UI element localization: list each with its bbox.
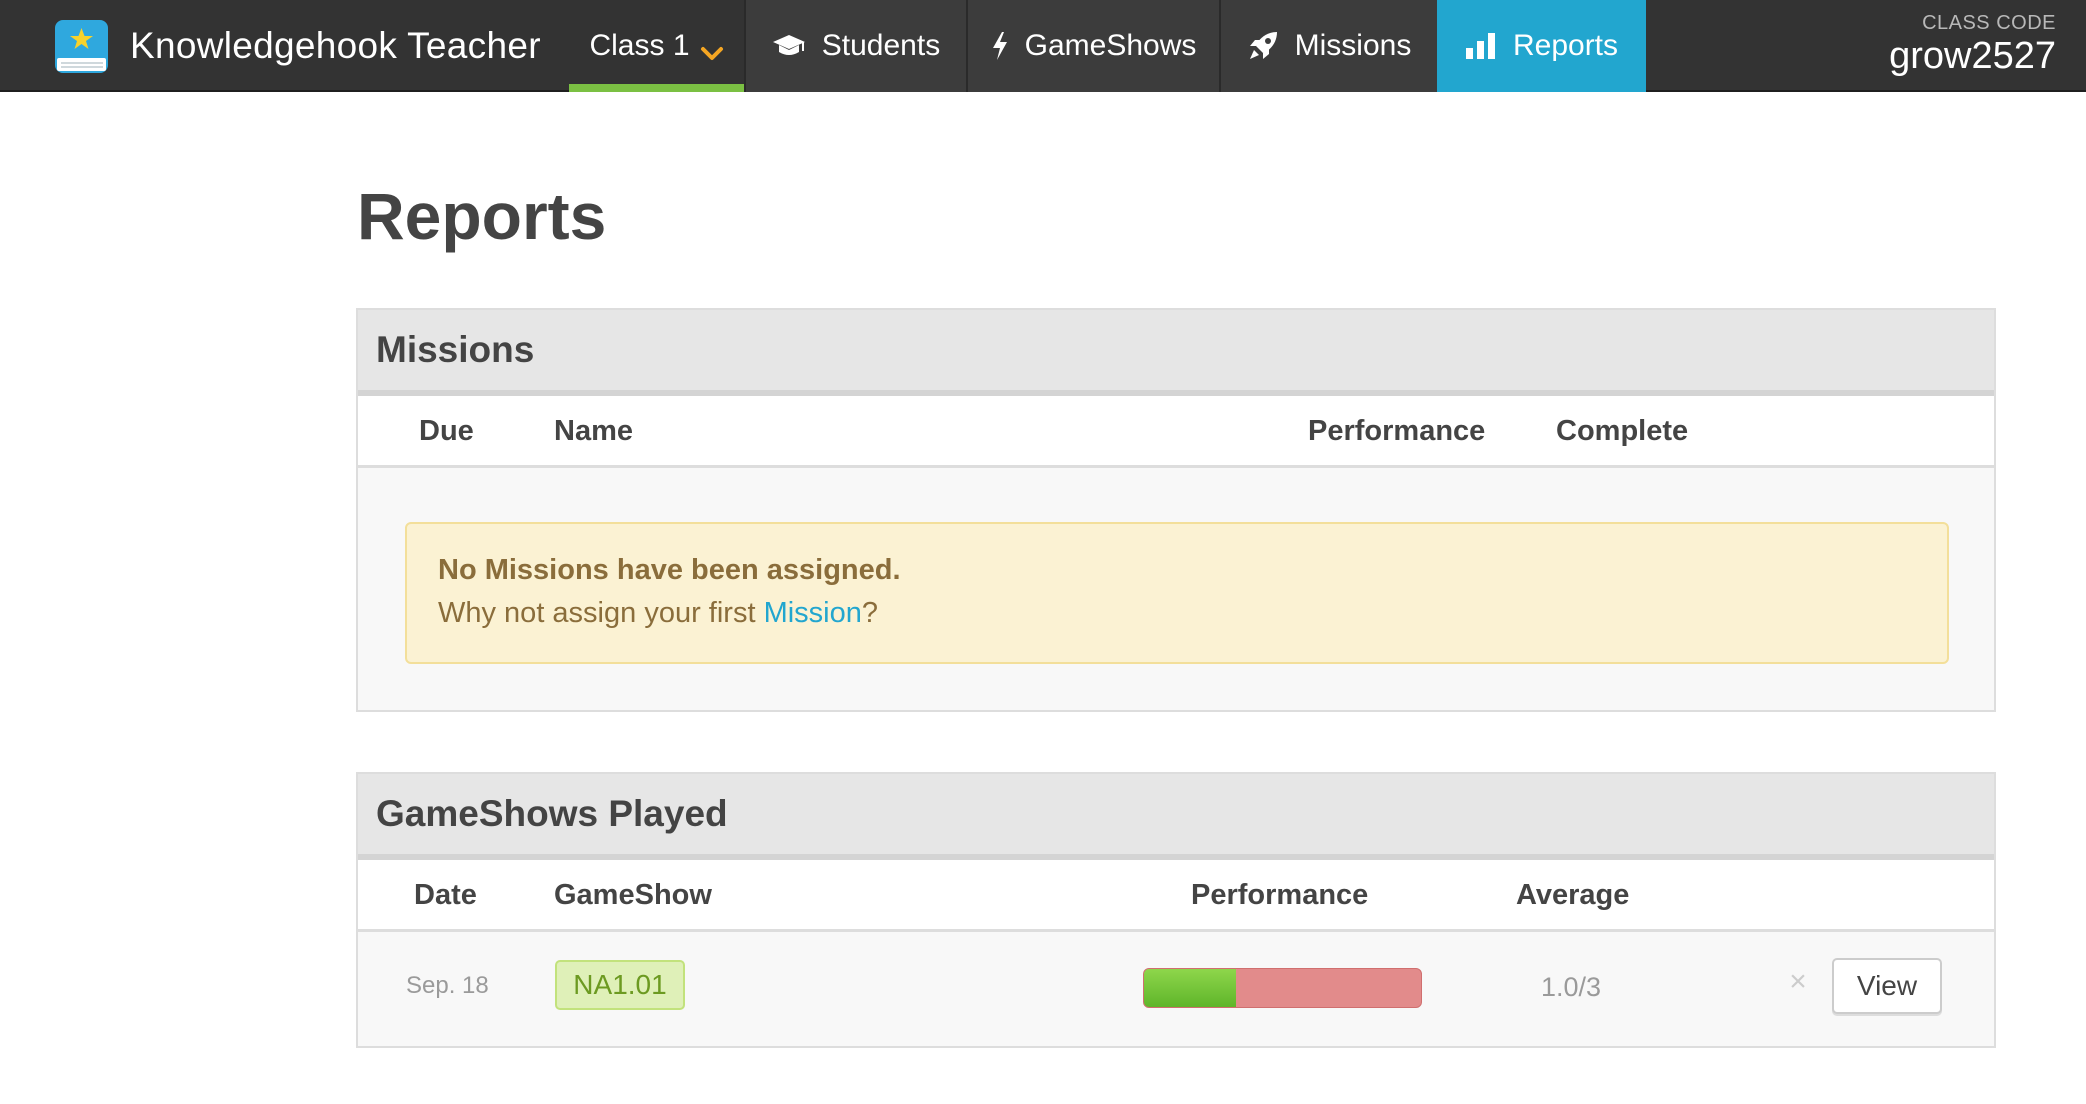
- no-missions-alert: No Missions have been assigned. Why not …: [405, 522, 1949, 664]
- missions-table-header: Due Name Performance Complete: [358, 396, 1994, 468]
- tab-gameshows[interactable]: GameShows: [966, 0, 1219, 92]
- gameshow-average: 1.0/3: [1541, 972, 1602, 1002]
- column-date: Date: [414, 879, 477, 911]
- gameshows-table-header: Date GameShow Performance Average: [358, 860, 1994, 932]
- brand-name: Knowledgehook Teacher: [130, 25, 541, 66]
- rocket-icon: [1247, 30, 1279, 62]
- assign-mission-link[interactable]: Mission: [764, 597, 862, 629]
- class-code-label: CLASS CODE: [1922, 12, 2056, 34]
- performance-bar: [1143, 968, 1422, 1008]
- gameshows-panel-heading: GameShows Played: [358, 774, 1994, 860]
- top-navigation-bar: Knowledgehook Teacher Class 1 Students G…: [0, 0, 2086, 92]
- class-selector[interactable]: Class 1: [569, 0, 744, 92]
- no-missions-message: Why not assign your first Mission?: [438, 597, 1947, 630]
- column-performance: Performance: [1308, 415, 1486, 447]
- remove-icon[interactable]: ×: [1785, 964, 1811, 1000]
- gameshow-date: Sep. 18: [406, 972, 489, 999]
- column-due: Due: [419, 415, 474, 447]
- page-title: Reports: [357, 179, 607, 253]
- no-missions-message-end: ?: [861, 597, 879, 629]
- graduation-cap-icon: [772, 33, 806, 59]
- gameshows-panel: GameShows Played Date GameShow Performan…: [356, 772, 1996, 1048]
- gameshow-tag[interactable]: NA1.01: [555, 960, 685, 1010]
- lightning-bolt-icon: [991, 31, 1009, 61]
- column-name: Name: [554, 415, 633, 447]
- no-missions-title: No Missions have been assigned.: [438, 554, 901, 586]
- column-gameshow: GameShow: [554, 879, 712, 911]
- tab-gameshows-label: GameShows: [1024, 29, 1197, 62]
- tab-missions-label: Missions: [1294, 29, 1412, 62]
- chevron-down-icon: [700, 37, 724, 60]
- tab-reports[interactable]: Reports: [1437, 0, 1646, 92]
- missions-panel-heading: Missions: [358, 310, 1994, 396]
- view-button[interactable]: View: [1832, 958, 1942, 1014]
- tab-students-label: Students: [821, 29, 941, 62]
- bar-chart-icon: [1465, 32, 1497, 60]
- class-selector-label: Class 1: [589, 29, 690, 62]
- table-row: Sep. 18 NA1.01 1.0/3 × View: [358, 932, 1994, 1042]
- class-code: CLASS CODE grow2527: [1889, 12, 2056, 78]
- brand[interactable]: Knowledgehook Teacher: [53, 15, 541, 77]
- book-star-logo-icon: [53, 18, 110, 75]
- tab-students[interactable]: Students: [744, 0, 966, 92]
- column-performance: Performance: [1191, 879, 1369, 911]
- column-complete: Complete: [1556, 415, 1689, 447]
- tab-missions[interactable]: Missions: [1219, 0, 1437, 92]
- missions-panel: Missions Due Name Performance Complete N…: [356, 308, 1996, 712]
- class-code-value: grow2527: [1889, 35, 2056, 77]
- column-average: Average: [1516, 879, 1630, 911]
- tab-reports-label: Reports: [1512, 29, 1619, 62]
- no-missions-message-text: Why not assign your first: [438, 597, 764, 629]
- performance-bar-fill: [1144, 969, 1237, 1007]
